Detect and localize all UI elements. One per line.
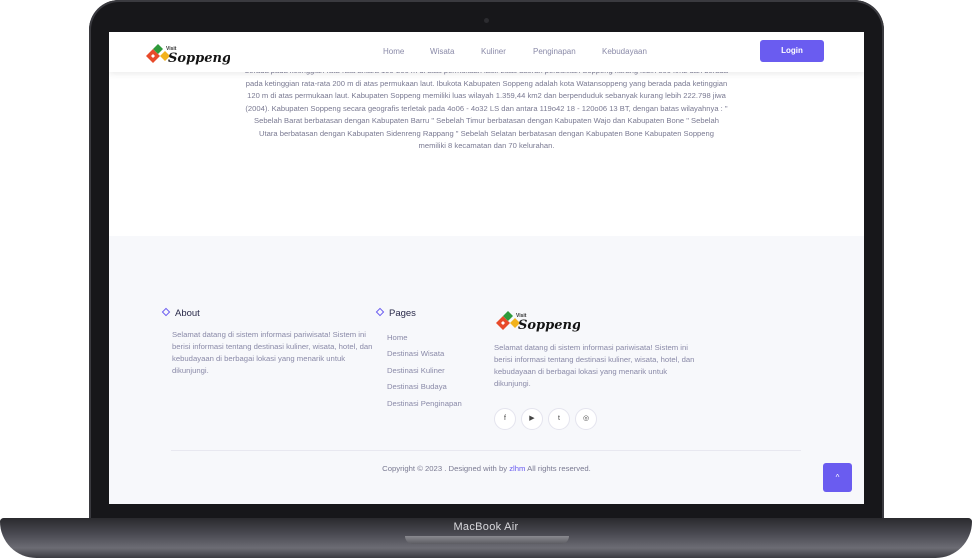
diamond-icon <box>161 307 171 317</box>
laptop-hinge <box>405 536 569 544</box>
navbar: Visit Soppeng Home Wisata Kuliner Pengin… <box>109 32 864 72</box>
login-button[interactable]: Login <box>760 40 824 62</box>
about-paragraph: berada pada ketinggian rata-rata antara … <box>245 66 728 150</box>
nav-item-penginapan[interactable]: Penginapan <box>533 47 576 56</box>
footer-about-text: Selamat datang di sistem informasi pariw… <box>172 330 373 375</box>
device-label: MacBook Air <box>453 521 519 533</box>
chevron-up-icon: ^ <box>835 473 840 482</box>
twitter-icon[interactable]: t <box>548 408 570 430</box>
back-to-top-button[interactable]: ^ <box>823 463 852 492</box>
browser-viewport: berada pada ketinggian rata-rata antara … <box>109 32 864 504</box>
nav-item-kuliner[interactable]: Kuliner <box>481 47 506 56</box>
nav-item-home[interactable]: Home <box>383 47 404 56</box>
nav-item-wisata[interactable]: Wisata <box>430 47 454 56</box>
footer-link-wisata[interactable]: Destinasi Wisata <box>387 349 444 358</box>
nav-item-kebudayaan[interactable]: Kebudayaan <box>602 47 647 56</box>
svg-text:Soppeng: Soppeng <box>168 51 230 66</box>
copyright-text: Copyright © 2023 . Designed with by zlhm… <box>382 464 591 473</box>
footer-link-kuliner[interactable]: Destinasi Kuliner <box>387 366 445 375</box>
footer-link-home[interactable]: Home <box>387 333 408 342</box>
footer-pages-title: Pages <box>375 307 416 319</box>
facebook-icon[interactable]: f <box>494 408 516 430</box>
camera-icon <box>484 18 489 23</box>
footer-about-title: About <box>161 307 200 319</box>
site-logo[interactable]: Visit Soppeng <box>144 41 230 67</box>
footer-link-penginapan[interactable]: Destinasi Penginapan <box>387 399 462 408</box>
diamond-icon <box>375 307 385 317</box>
footer-divider <box>171 450 801 451</box>
footer-logo[interactable]: Visit Soppeng <box>494 308 580 334</box>
svg-text:Soppeng: Soppeng <box>518 318 580 333</box>
instagram-icon[interactable]: ◎ <box>575 408 597 430</box>
youtube-icon[interactable]: ▶ <box>521 408 543 430</box>
footer-brand-text: Selamat datang di sistem informasi pariw… <box>494 343 695 388</box>
footer-link-budaya[interactable]: Destinasi Budaya <box>387 382 447 391</box>
author-link[interactable]: zlhm <box>509 464 525 473</box>
